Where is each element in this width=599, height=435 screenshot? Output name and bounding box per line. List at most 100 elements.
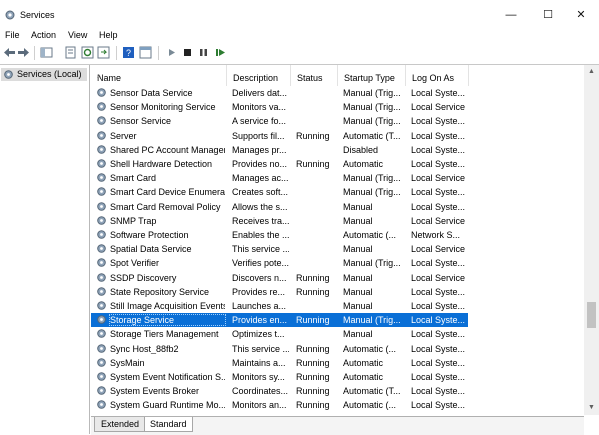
service-name-cell: Spatial Data Service: [110, 244, 192, 255]
tab-extended[interactable]: Extended: [94, 417, 146, 432]
table-row[interactable]: System Events Broker Coordinates... Runnin…: [91, 384, 584, 398]
show-tree-icon[interactable]: [40, 46, 53, 59]
table-row[interactable]: Shell Hardware Detection Provides no... Ru…: [91, 157, 584, 171]
service-logon-cell: Local Syste...: [411, 343, 466, 354]
service-status-cell: Running: [296, 386, 330, 397]
service-status-cell: Running: [296, 286, 330, 297]
forward-icon[interactable]: [17, 46, 30, 59]
service-description-cell: Monitors va...: [232, 102, 287, 113]
restart-service-icon[interactable]: [214, 46, 227, 59]
menu-action[interactable]: Action: [31, 30, 56, 40]
service-logon-cell: Local Syste...: [411, 357, 466, 368]
column-header-logon[interactable]: Log On As: [406, 65, 469, 86]
console-tree: Services (Local): [0, 65, 90, 434]
table-row[interactable]: State Repository Service Provides re... Ru…: [91, 285, 584, 299]
pause-service-icon[interactable]: [197, 46, 210, 59]
table-row[interactable]: Smart Card Removal Policy Allows the s...…: [91, 200, 584, 214]
service-gear-icon: [97, 258, 106, 268]
minimize-button[interactable]: —: [496, 6, 526, 24]
table-row[interactable]: Sync Host_88fb2 This service ... Running Au…: [91, 342, 584, 356]
close-button[interactable]: ✕: [566, 6, 596, 24]
table-row[interactable]: SSDP Discovery Discovers n... Running Manua…: [91, 271, 584, 285]
tab-extended-label: Extended: [101, 419, 140, 429]
sort-ascending-icon: ^: [97, 73, 102, 83]
service-name-cell: Server: [110, 130, 137, 141]
menu-bar: File Action View Help: [0, 29, 599, 43]
service-logon-cell: Local Service: [411, 244, 466, 255]
table-row[interactable]: Sensor Data Service Delivers dat... Manual…: [91, 86, 584, 100]
service-startup-cell: Automatic (...: [343, 343, 397, 354]
service-startup-cell: Automatic: [343, 159, 384, 169]
toolbar-separator: [158, 46, 159, 60]
column-header-status[interactable]: Status: [291, 65, 338, 86]
table-row[interactable]: Shared PC Account Manager Manages pr... Di…: [91, 143, 584, 157]
service-name-cell: Sensor Monitoring Service: [110, 102, 216, 113]
service-logon-cell: Local Syste...: [411, 130, 466, 141]
table-row[interactable]: System Event Notification S... Monitors s…: [91, 370, 584, 384]
service-startup-cell: Automatic (...: [343, 230, 397, 240]
menu-file[interactable]: File: [5, 30, 20, 40]
table-row[interactable]: Spot Verifier Verifies pote... Manual (Tri…: [91, 256, 584, 270]
table-row[interactable]: Software Protection Enables the ... Automa…: [91, 228, 584, 242]
help-icon[interactable]: ?: [122, 46, 135, 59]
table-row[interactable]: Storage Tiers Management Optimizes t... Ma…: [91, 327, 584, 341]
back-icon[interactable]: [3, 46, 16, 59]
tree-item-services-local[interactable]: Services (Local): [1, 68, 87, 81]
service-logon-cell: Local Syste...: [411, 159, 466, 169]
column-header-description[interactable]: Description: [227, 65, 291, 86]
services-list: Name ^ Description Status Startup Type L…: [91, 65, 599, 415]
column-header-name[interactable]: Name ^: [91, 65, 227, 86]
tab-standard[interactable]: Standard: [144, 417, 193, 432]
service-gear-icon: [97, 102, 106, 111]
service-gear-icon: [97, 230, 106, 239]
service-startup-cell: Manual (Trig...: [343, 173, 401, 184]
table-row[interactable]: Sensor Monitoring Service Monitors va... M…: [91, 100, 584, 114]
service-gear-icon: [97, 357, 106, 367]
table-row[interactable]: Spatial Data Service This service ... Manu…: [91, 242, 584, 256]
table-row[interactable]: Still Image Acquisition Events Launches a…: [91, 299, 584, 313]
service-gear-icon: [97, 88, 106, 97]
stop-service-icon[interactable]: [181, 46, 194, 59]
refresh-icon[interactable]: [81, 46, 94, 59]
column-status-label: Status: [297, 73, 323, 83]
service-status-cell: Running: [296, 343, 330, 354]
scrollbar-thumb[interactable]: [587, 302, 596, 328]
toolbar: ?: [0, 43, 599, 63]
start-service-icon[interactable]: [165, 46, 178, 59]
service-name-cell: System Guard Runtime Mo...: [110, 400, 225, 411]
table-row[interactable]: Storage Service Provides en... Running Manu…: [91, 313, 468, 328]
table-row[interactable]: Sensor Service A service fo... Manual (Tri…: [91, 114, 584, 128]
service-gear-icon: [97, 286, 106, 296]
scroll-up-icon[interactable]: ▲: [584, 65, 599, 79]
service-name-cell: Storage Tiers Management: [110, 329, 219, 340]
column-header-startup-type[interactable]: Startup Type: [338, 65, 406, 86]
service-description-cell: Provides no...: [232, 159, 288, 169]
service-startup-cell: Automatic (T...: [343, 386, 401, 397]
table-row[interactable]: Smart Card Manages ac... Manual (Trig... Lo…: [91, 171, 584, 185]
service-gear-icon: [97, 315, 106, 324]
table-row[interactable]: SysMain Maintains a... Running Automatic Loc…: [91, 356, 584, 370]
service-description-cell: Coordinates...: [232, 386, 289, 397]
table-row[interactable]: Smart Card Device Enumera... Creates soft…: [91, 185, 584, 199]
service-logon-cell: Local Syste...: [411, 372, 466, 382]
scroll-down-icon[interactable]: ▼: [584, 401, 599, 415]
tab-standard-label: Standard: [150, 419, 187, 429]
properties-icon[interactable]: [64, 46, 77, 59]
service-description-cell: Creates soft...: [232, 187, 289, 198]
service-status-cell: Running: [296, 315, 330, 326]
menu-view[interactable]: View: [68, 30, 87, 40]
service-logon-cell: Local Syste...: [411, 301, 466, 311]
maximize-button[interactable]: ☐: [533, 6, 563, 24]
table-row[interactable]: SNMP Trap Receives tra... Manual Local Serv…: [91, 214, 584, 228]
column-description-label: Description: [233, 73, 279, 83]
service-description-cell: A service fo...: [232, 116, 287, 127]
menu-help[interactable]: Help: [99, 30, 118, 40]
services-rows: Sensor Data Service Delivers dat... Manual…: [91, 86, 584, 415]
vertical-scrollbar[interactable]: ▲ ▼: [584, 65, 599, 415]
service-gear-icon: [97, 272, 106, 282]
table-row[interactable]: Server Supports fil... Running Automatic (T…: [91, 129, 584, 143]
service-startup-cell: Manual: [343, 244, 373, 255]
console-icon[interactable]: [139, 46, 152, 59]
export-list-icon[interactable]: [97, 46, 110, 59]
table-row[interactable]: System Guard Runtime Mo... Monitors an...…: [91, 398, 584, 412]
